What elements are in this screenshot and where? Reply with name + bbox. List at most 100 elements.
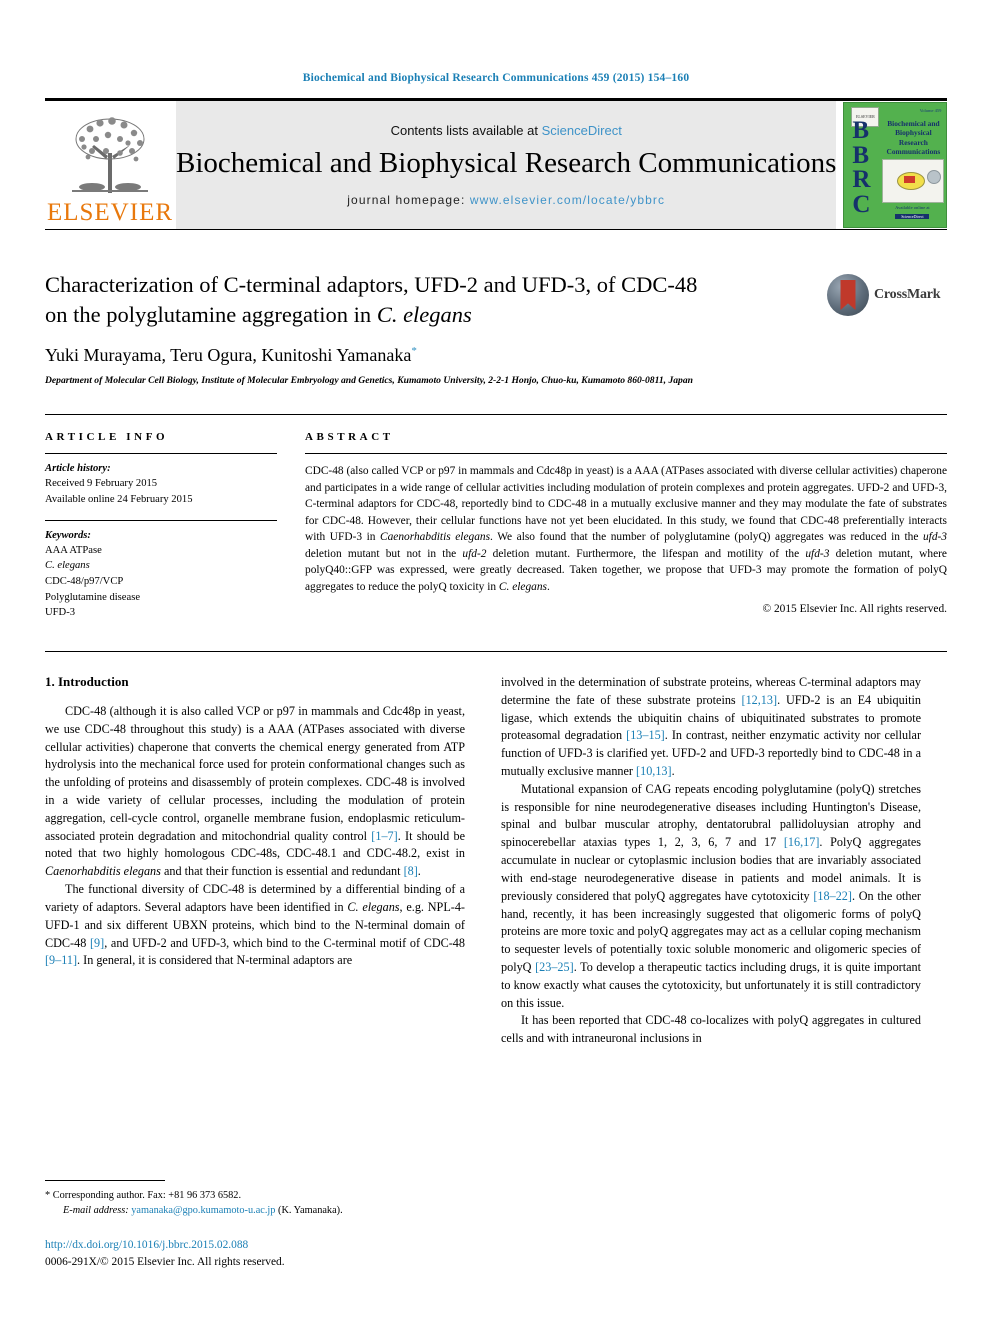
keyword-item: Polyglutamine disease	[45, 591, 141, 603]
citation-link[interactable]: [16,17]	[784, 835, 820, 849]
footnote-area: * Corresponding author. Fax: +81 96 373 …	[45, 1179, 465, 1271]
article-history-received: Received 9 February 2015	[45, 478, 158, 490]
keywords-label: Keywords:	[45, 529, 91, 541]
intro-paragraph-3: involved in the determination of substra…	[501, 674, 921, 781]
para-italic: C. elegans	[347, 899, 400, 914]
body-right-column: involved in the determination of substra…	[501, 674, 921, 1048]
doi-link[interactable]: http://dx.doi.org/10.1016/j.bbrc.2015.02…	[45, 1237, 465, 1254]
section-heading-introduction: 1. Introduction	[45, 673, 129, 689]
citation-link[interactable]: [23–25]	[535, 960, 574, 974]
article-info-heading: ARTICLE INFO	[45, 431, 169, 444]
author-names: Yuki Murayama, Teru Ogura, Kunitoshi Yam…	[45, 345, 412, 366]
cover-figure-sphere-icon	[927, 170, 942, 184]
abstract-italic: ufd-3	[805, 547, 830, 560]
running-head: Biochemical and Biophysical Research Com…	[302, 72, 690, 84]
corresponding-author-text: Corresponding author. Fax: +81 96 373 65…	[52, 1189, 242, 1201]
article-info-column: ARTICLE INFO Article history: Received 9…	[45, 431, 277, 621]
citation-link[interactable]: [10,13]	[636, 764, 672, 778]
article-history-label: Article history:	[45, 463, 111, 475]
title-block: Characterization of C-terminal adaptors,…	[45, 270, 947, 388]
contents-available-line: Contents lists available at ScienceDirec…	[391, 123, 622, 138]
keyword-item: UFD-3	[45, 607, 76, 619]
para-part: . In general, it is considered that N-te…	[77, 953, 353, 968]
keyword-item: AAA ATPase	[45, 544, 102, 556]
intro-paragraph-5: It has been reported that CDC-48 co-loca…	[501, 1013, 921, 1046]
citation-link[interactable]: [9]	[90, 936, 104, 950]
abstract-divider	[305, 453, 947, 455]
cover-footer: Available online at ScienceDirect	[882, 205, 942, 219]
cover-figure-marker-icon	[904, 176, 916, 183]
title-line-2-prefix: on the polyglutamine aggregation in	[45, 301, 377, 327]
intro-paragraph-2: The functional diversity of CDC-48 is de…	[45, 881, 465, 970]
sciencedirect-link[interactable]: ScienceDirect	[542, 123, 622, 138]
cover-image: ELSEVIER Volume 459 BBRC Biochemical and…	[843, 102, 948, 228]
para-part: .	[417, 864, 421, 879]
abstract-text: CDC-48 (also called VCP or p97 in mammal…	[305, 463, 947, 595]
abstract-column: ABSTRACT CDC-48 (also called VCP or p97 …	[305, 431, 947, 621]
citation-link[interactable]: [9–11]	[45, 953, 77, 967]
cover-footer-text: Available online at	[895, 205, 930, 211]
para-part: and that their function is essential and…	[160, 864, 404, 879]
journal-cover-thumbnail: ELSEVIER Volume 459 BBRC Biochemical and…	[836, 101, 954, 229]
crossmark-logo-icon	[827, 274, 869, 316]
keywords-divider	[45, 519, 277, 521]
author-list: Yuki Murayama, Teru Ogura, Kunitoshi Yam…	[45, 345, 947, 366]
homepage-url-link[interactable]: www.elsevier.com/locate/ybbrc	[470, 193, 665, 207]
para-part: CDC-48 (although it is also called VCP o…	[45, 703, 465, 843]
citation-link[interactable]: [18–22]	[813, 889, 852, 903]
article-history-online: Available online 24 February 2015	[45, 493, 193, 505]
journal-masthead: ELSEVIER Contents lists available at Sci…	[45, 98, 948, 230]
doi-block: http://dx.doi.org/10.1016/j.bbrc.2015.02…	[45, 1237, 465, 1271]
abstract-italic: ufd-2	[462, 547, 487, 560]
elsevier-tree-icon	[72, 117, 148, 193]
cover-figure	[882, 159, 945, 203]
abstract-part: deletion mutant but not in the	[305, 547, 463, 560]
title-line-1: Characterization of C-terminal adaptors,…	[45, 272, 698, 297]
email-link[interactable]: yamanaka@gpo.kumamoto-u.ac.jp	[131, 1205, 275, 1216]
elsevier-logo: ELSEVIER	[45, 101, 175, 229]
journal-title-block: Contents lists available at ScienceDirec…	[175, 101, 837, 229]
keyword-item: C. elegans	[45, 560, 90, 572]
elsevier-wordmark: ELSEVIER	[46, 199, 174, 226]
keyword-item: CDC-48/p97/VCP	[45, 575, 124, 587]
corresponding-author-marker: *	[411, 345, 417, 358]
abstract-copyright: © 2015 Elsevier Inc. All rights reserved…	[762, 602, 947, 615]
para-italic: Caenorhabditis elegans	[45, 864, 161, 879]
citation-link[interactable]: [1–7]	[371, 829, 397, 843]
article-body: 1. Introduction CDC-48 (although it is a…	[45, 650, 947, 1048]
body-left-column: 1. Introduction CDC-48 (although it is a…	[45, 674, 465, 1048]
para-part: , and UFD-2 and UFD-3, which bind to the…	[104, 935, 465, 950]
abstract-italic: C. elegans	[498, 581, 547, 593]
crossmark-badge[interactable]: CrossMark	[827, 272, 947, 318]
email-owner: (K. Yamanaka).	[278, 1205, 343, 1217]
corresponding-author-note: * Corresponding author. Fax: +81 96 373 …	[45, 1188, 465, 1203]
footnote-divider	[45, 1179, 165, 1181]
cover-footer-badge: ScienceDirect	[895, 214, 930, 219]
homepage-prefix: journal homepage:	[347, 193, 470, 208]
email-note: E-mail address: yamanaka@gpo.kumamoto-u.…	[45, 1203, 465, 1218]
affiliation: Department of Molecular Cell Biology, In…	[45, 375, 693, 387]
cover-acronym: BBRC	[852, 117, 871, 218]
page-title: Characterization of C-terminal adaptors,…	[45, 270, 805, 329]
crossmark-label: CrossMark	[874, 287, 941, 302]
citation-link[interactable]: [12,13]	[742, 693, 778, 707]
para-part: .	[671, 764, 675, 779]
article-info-divider	[45, 453, 277, 455]
citation-link[interactable]: [8]	[404, 864, 418, 878]
journal-homepage-line: journal homepage: www.elsevier.com/locat…	[347, 193, 665, 207]
title-species-name: C. elegans	[376, 301, 472, 327]
info-abstract-section: ARTICLE INFO Article history: Received 9…	[45, 414, 947, 621]
cover-corner-note: Volume 459	[919, 108, 942, 113]
contents-prefix: Contents lists available at	[390, 122, 542, 138]
abstract-italic: ufd-3	[922, 531, 947, 544]
abstract-part: .	[547, 581, 550, 593]
abstract-part: deletion mutant. Furthermore, the lifesp…	[486, 547, 806, 560]
cover-journal-title: Biochemical and Biophysical Research Com…	[886, 119, 941, 156]
citation-link[interactable]: [13–15]	[626, 728, 665, 742]
abstract-heading: ABSTRACT	[305, 431, 394, 444]
email-label: E-mail address:	[63, 1205, 129, 1217]
journal-name: Biochemical and Biophysical Research Com…	[176, 146, 837, 179]
abstract-italic: Caenorhabditis elegans	[380, 531, 491, 544]
intro-paragraph-1: CDC-48 (although it is also called VCP o…	[45, 703, 465, 881]
abstract-part: . We also found that the number of polyg…	[490, 531, 923, 544]
